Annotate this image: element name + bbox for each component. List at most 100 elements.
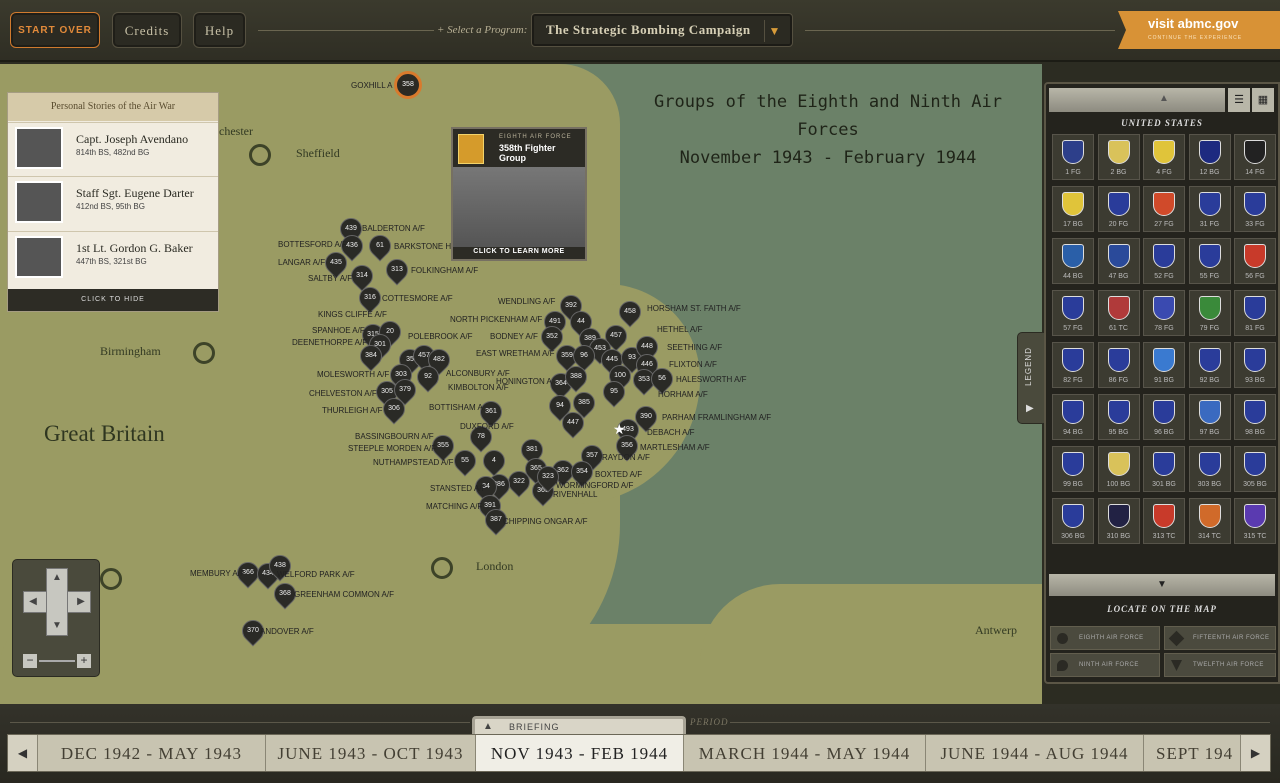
learn-more-button[interactable]: CLICK TO LEARN MORE bbox=[453, 244, 585, 259]
unit-tile[interactable]: 33 FG bbox=[1234, 186, 1276, 232]
locate-eighth[interactable]: EIGHTH AIR FORCE bbox=[1050, 626, 1160, 650]
period-selector: ◀ DEC 1942 - MAY 1943 JUNE 1943 - OCT 19… bbox=[7, 734, 1271, 772]
unit-tile[interactable]: 99 BG bbox=[1052, 446, 1094, 492]
unit-tile[interactable]: 14 FG bbox=[1234, 134, 1276, 180]
pan-left-icon[interactable]: ◀ bbox=[25, 596, 41, 607]
unit-tile[interactable]: 303 BG bbox=[1188, 446, 1231, 492]
pan-dpad[interactable]: ▲ ▼ ◀ ▶ bbox=[23, 568, 91, 636]
grid-view-toggle[interactable]: ▦ bbox=[1252, 88, 1274, 112]
locate-ninth[interactable]: NINTH AIR FORCE bbox=[1050, 653, 1160, 677]
period-item[interactable]: JUNE 1944 - AUG 1944 bbox=[926, 735, 1144, 771]
unit-tile[interactable]: 82 FG bbox=[1052, 342, 1094, 388]
place-label: Sheffield bbox=[296, 146, 340, 160]
zoom-in-button[interactable]: + bbox=[77, 654, 91, 668]
unit-tile[interactable]: 52 FG bbox=[1143, 238, 1185, 284]
unit-tile[interactable]: 81 FG bbox=[1234, 290, 1276, 336]
group-info-popup[interactable]: EIGHTH AIR FORCE 358th Fighter Group CLI… bbox=[451, 127, 587, 261]
unit-tile[interactable]: 44 BG bbox=[1052, 238, 1094, 284]
unit-label: 31 FG bbox=[1199, 221, 1220, 228]
period-item[interactable]: SEPT 194 bbox=[1144, 735, 1244, 771]
pin-icon bbox=[1057, 660, 1068, 671]
locate-fifteenth[interactable]: FIFTEENTH AIR FORCE bbox=[1164, 626, 1276, 650]
popup-group-name: 358th Fighter Group bbox=[499, 143, 556, 163]
portrait-photo bbox=[15, 236, 63, 278]
unit-tile[interactable]: 27 FG bbox=[1143, 186, 1185, 232]
unit-tile[interactable]: 98 BG bbox=[1234, 394, 1276, 440]
unit-tile[interactable]: 96 BG bbox=[1143, 394, 1185, 440]
scroll-up-button[interactable]: ▲ bbox=[1049, 88, 1225, 112]
selected-group-pin[interactable]: 358 bbox=[394, 71, 422, 99]
period-item-active[interactable]: NOV 1943 - FEB 1944 bbox=[476, 735, 684, 771]
unit-tile[interactable]: 57 FG bbox=[1052, 290, 1094, 336]
unit-tile[interactable]: 310 BG bbox=[1097, 498, 1140, 544]
locate-twelfth[interactable]: TWELFTH AIR FORCE bbox=[1164, 653, 1276, 677]
zoom-out-button[interactable]: − bbox=[23, 654, 37, 668]
unit-tile[interactable]: 305 BG bbox=[1234, 446, 1276, 492]
unit-tile[interactable]: 94 BG bbox=[1052, 394, 1094, 440]
unit-tile[interactable]: 17 BG bbox=[1052, 186, 1094, 232]
unit-tile[interactable]: 20 FG bbox=[1097, 186, 1140, 232]
unit-tile[interactable]: 86 FG bbox=[1097, 342, 1140, 388]
unit-tile[interactable]: 95 BG bbox=[1097, 394, 1140, 440]
hide-stories-button[interactable]: CLICK TO HIDE bbox=[8, 289, 218, 311]
airfield-label: DEBACH A/F bbox=[647, 428, 695, 437]
abmc-link[interactable]: visit abmc.gov CONTINUE THE EXPERIENCE bbox=[1118, 11, 1280, 49]
unit-tile[interactable]: 91 BG bbox=[1143, 342, 1185, 388]
unit-label: 91 BG bbox=[1154, 377, 1174, 384]
airfield-label: MATCHING A/F bbox=[426, 502, 483, 511]
list-view-toggle[interactable]: ☰ bbox=[1228, 88, 1250, 112]
airfield-label: FOLKINGHAM A/F bbox=[411, 266, 479, 275]
story-item[interactable]: 1st Lt. Gordon G. Baker 447th BS, 321st … bbox=[8, 231, 218, 283]
pan-up-icon[interactable]: ▲ bbox=[49, 572, 65, 583]
airfield-pin-label: 447 bbox=[567, 419, 579, 426]
legend-tab[interactable]: LEGEND ▶ bbox=[1017, 332, 1045, 424]
unit-tile[interactable]: 2 BG bbox=[1097, 134, 1140, 180]
unit-emblem-icon bbox=[1062, 348, 1084, 372]
unit-tile[interactable]: 12 BG bbox=[1188, 134, 1231, 180]
aircraft-photo bbox=[453, 167, 585, 247]
scroll-down-button[interactable]: ▼ bbox=[1049, 574, 1275, 596]
period-item[interactable]: MARCH 1944 - MAY 1944 bbox=[684, 735, 926, 771]
unit-tile[interactable]: 93 BG bbox=[1234, 342, 1276, 388]
unit-tile[interactable]: 56 FG bbox=[1234, 238, 1276, 284]
unit-tile[interactable]: 47 BG bbox=[1097, 238, 1140, 284]
pan-down-icon[interactable]: ▼ bbox=[49, 620, 65, 631]
unit-tile[interactable]: 1 FG bbox=[1052, 134, 1094, 180]
airfield-label: BOTTESFORD A/F bbox=[278, 240, 347, 249]
period-item[interactable]: JUNE 1943 - OCT 1943 bbox=[266, 735, 476, 771]
program-select[interactable]: The Strategic Bombing Campaign ▼ bbox=[531, 13, 793, 47]
unit-emblem-icon bbox=[1198, 192, 1221, 216]
unit-tile[interactable]: 306 BG bbox=[1052, 498, 1094, 544]
next-period-button[interactable]: ▶ bbox=[1240, 735, 1270, 771]
airfield-label: NORTH PICKENHAM A/F bbox=[450, 315, 543, 324]
help-button[interactable]: Help bbox=[193, 12, 246, 48]
unit-label: 56 FG bbox=[1245, 273, 1265, 280]
credits-button[interactable]: Credits bbox=[112, 12, 182, 48]
unit-tile[interactable]: 301 BG bbox=[1143, 446, 1185, 492]
locate-label: NINTH AIR FORCE bbox=[1079, 662, 1139, 668]
unit-tile[interactable]: 55 FG bbox=[1188, 238, 1231, 284]
airfield-pin-label: 361 bbox=[485, 408, 497, 415]
unit-tile[interactable]: 313 TC bbox=[1143, 498, 1185, 544]
airfield-label: STEEPLE MORDEN A/F bbox=[348, 444, 437, 453]
unit-label: 100 BG bbox=[1106, 481, 1131, 488]
period-item[interactable]: DEC 1942 - MAY 1943 bbox=[38, 735, 266, 771]
story-item[interactable]: Capt. Joseph Avendano 814th BS, 482nd BG bbox=[8, 122, 218, 174]
unit-tile[interactable]: 100 BG bbox=[1097, 446, 1140, 492]
place-label: Birmingham bbox=[100, 344, 161, 358]
zoom-slider[interactable] bbox=[39, 660, 75, 662]
story-item[interactable]: Staff Sgt. Eugene Darter 412nd BS, 95th … bbox=[8, 176, 218, 228]
unit-tile[interactable]: 97 BG bbox=[1188, 394, 1231, 440]
unit-label: 95 BG bbox=[1108, 429, 1129, 436]
unit-tile[interactable]: 78 FG bbox=[1143, 290, 1185, 336]
unit-tile[interactable]: 4 FG bbox=[1143, 134, 1185, 180]
unit-tile[interactable]: 61 TC bbox=[1097, 290, 1140, 336]
unit-tile[interactable]: 79 FG bbox=[1188, 290, 1231, 336]
start-over-button[interactable]: START OVER bbox=[10, 12, 100, 48]
pan-right-icon[interactable]: ▶ bbox=[73, 596, 89, 607]
unit-tile[interactable]: 31 FG bbox=[1188, 186, 1231, 232]
prev-period-button[interactable]: ◀ bbox=[8, 735, 38, 771]
unit-tile[interactable]: 314 TC bbox=[1188, 498, 1231, 544]
unit-tile[interactable]: 315 TC bbox=[1234, 498, 1276, 544]
unit-tile[interactable]: 92 BG bbox=[1188, 342, 1231, 388]
